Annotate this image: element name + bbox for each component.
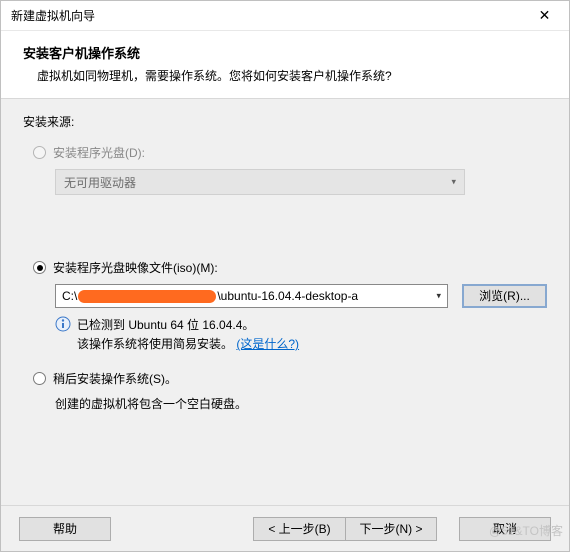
info-icon [55, 316, 71, 332]
whats-this-link[interactable]: (这是什么?) [236, 337, 299, 351]
close-icon: ✕ [539, 7, 551, 24]
radio-icon [33, 146, 46, 159]
dropdown-text: 无可用驱动器 [64, 174, 136, 191]
radio-icon [33, 372, 46, 385]
iso-path-combo[interactable]: C:\ \ubuntu-16.04.4-desktop-a ▾ [55, 284, 448, 308]
info-line2: 该操作系统将使用简易安装。 [77, 337, 233, 351]
option-installer-disc: 安装程序光盘(D): 无可用驱动器 ▾ [33, 144, 547, 195]
wizard-header: 安装客户机操作系统 虚拟机如同物理机，需要操作系统。您将如何安装客户机操作系统? [1, 31, 569, 99]
drive-dropdown: 无可用驱动器 ▾ [55, 169, 465, 195]
header-title: 安装客户机操作系统 [23, 43, 547, 62]
radio-icon [33, 261, 46, 274]
radio-label-iso: 安装程序光盘映像文件(iso)(M): [53, 259, 218, 276]
close-button[interactable]: ✕ [522, 2, 567, 30]
back-button[interactable]: < 上一步(B) [253, 517, 345, 541]
radio-installer-disc: 安装程序光盘(D): [33, 144, 547, 161]
chevron-down-icon: ▾ [436, 291, 441, 302]
next-button[interactable]: 下一步(N) > [345, 517, 437, 541]
wizard-footer: 帮助 < 上一步(B) 下一步(N) > 取消 [1, 505, 569, 551]
iso-path-prefix: C:\ [62, 289, 77, 303]
detection-info: 已检测到 Ubuntu 64 位 16.04.4。 该操作系统将使用简易安装。 … [55, 316, 547, 354]
cancel-button[interactable]: 取消 [459, 517, 551, 541]
browse-button[interactable]: 浏览(R)... [462, 284, 547, 308]
option-later: 稍后安装操作系统(S)。 创建的虚拟机将包含一个空白硬盘。 [33, 370, 547, 412]
info-line1: 已检测到 Ubuntu 64 位 16.04.4。 [77, 318, 254, 332]
help-button[interactable]: 帮助 [19, 517, 111, 541]
source-label: 安装来源: [23, 113, 547, 130]
later-note: 创建的虚拟机将包含一个空白硬盘。 [55, 395, 547, 412]
radio-label-later: 稍后安装操作系统(S)。 [53, 370, 177, 387]
radio-later[interactable]: 稍后安装操作系统(S)。 [33, 370, 547, 387]
chevron-down-icon: ▾ [451, 177, 456, 188]
radio-label-disc: 安装程序光盘(D): [53, 144, 145, 161]
redacted-path [78, 290, 216, 303]
window-title: 新建虚拟机向导 [11, 7, 522, 24]
iso-path-visible: \ubuntu-16.04.4-desktop-a [217, 289, 358, 303]
option-iso: 安装程序光盘映像文件(iso)(M): C:\ \ubuntu-16.04.4-d… [33, 259, 547, 354]
header-description: 虚拟机如同物理机，需要操作系统。您将如何安装客户机操作系统? [23, 67, 547, 84]
wizard-window: 新建虚拟机向导 ✕ 安装客户机操作系统 虚拟机如同物理机，需要操作系统。您将如何… [0, 0, 570, 552]
titlebar: 新建虚拟机向导 ✕ [1, 1, 569, 31]
radio-iso[interactable]: 安装程序光盘映像文件(iso)(M): [33, 259, 547, 276]
wizard-content: 安装来源: 安装程序光盘(D): 无可用驱动器 ▾ 安装程序光盘映像文件(iso… [1, 99, 569, 505]
nav-button-group: < 上一步(B) 下一步(N) > [253, 517, 437, 541]
